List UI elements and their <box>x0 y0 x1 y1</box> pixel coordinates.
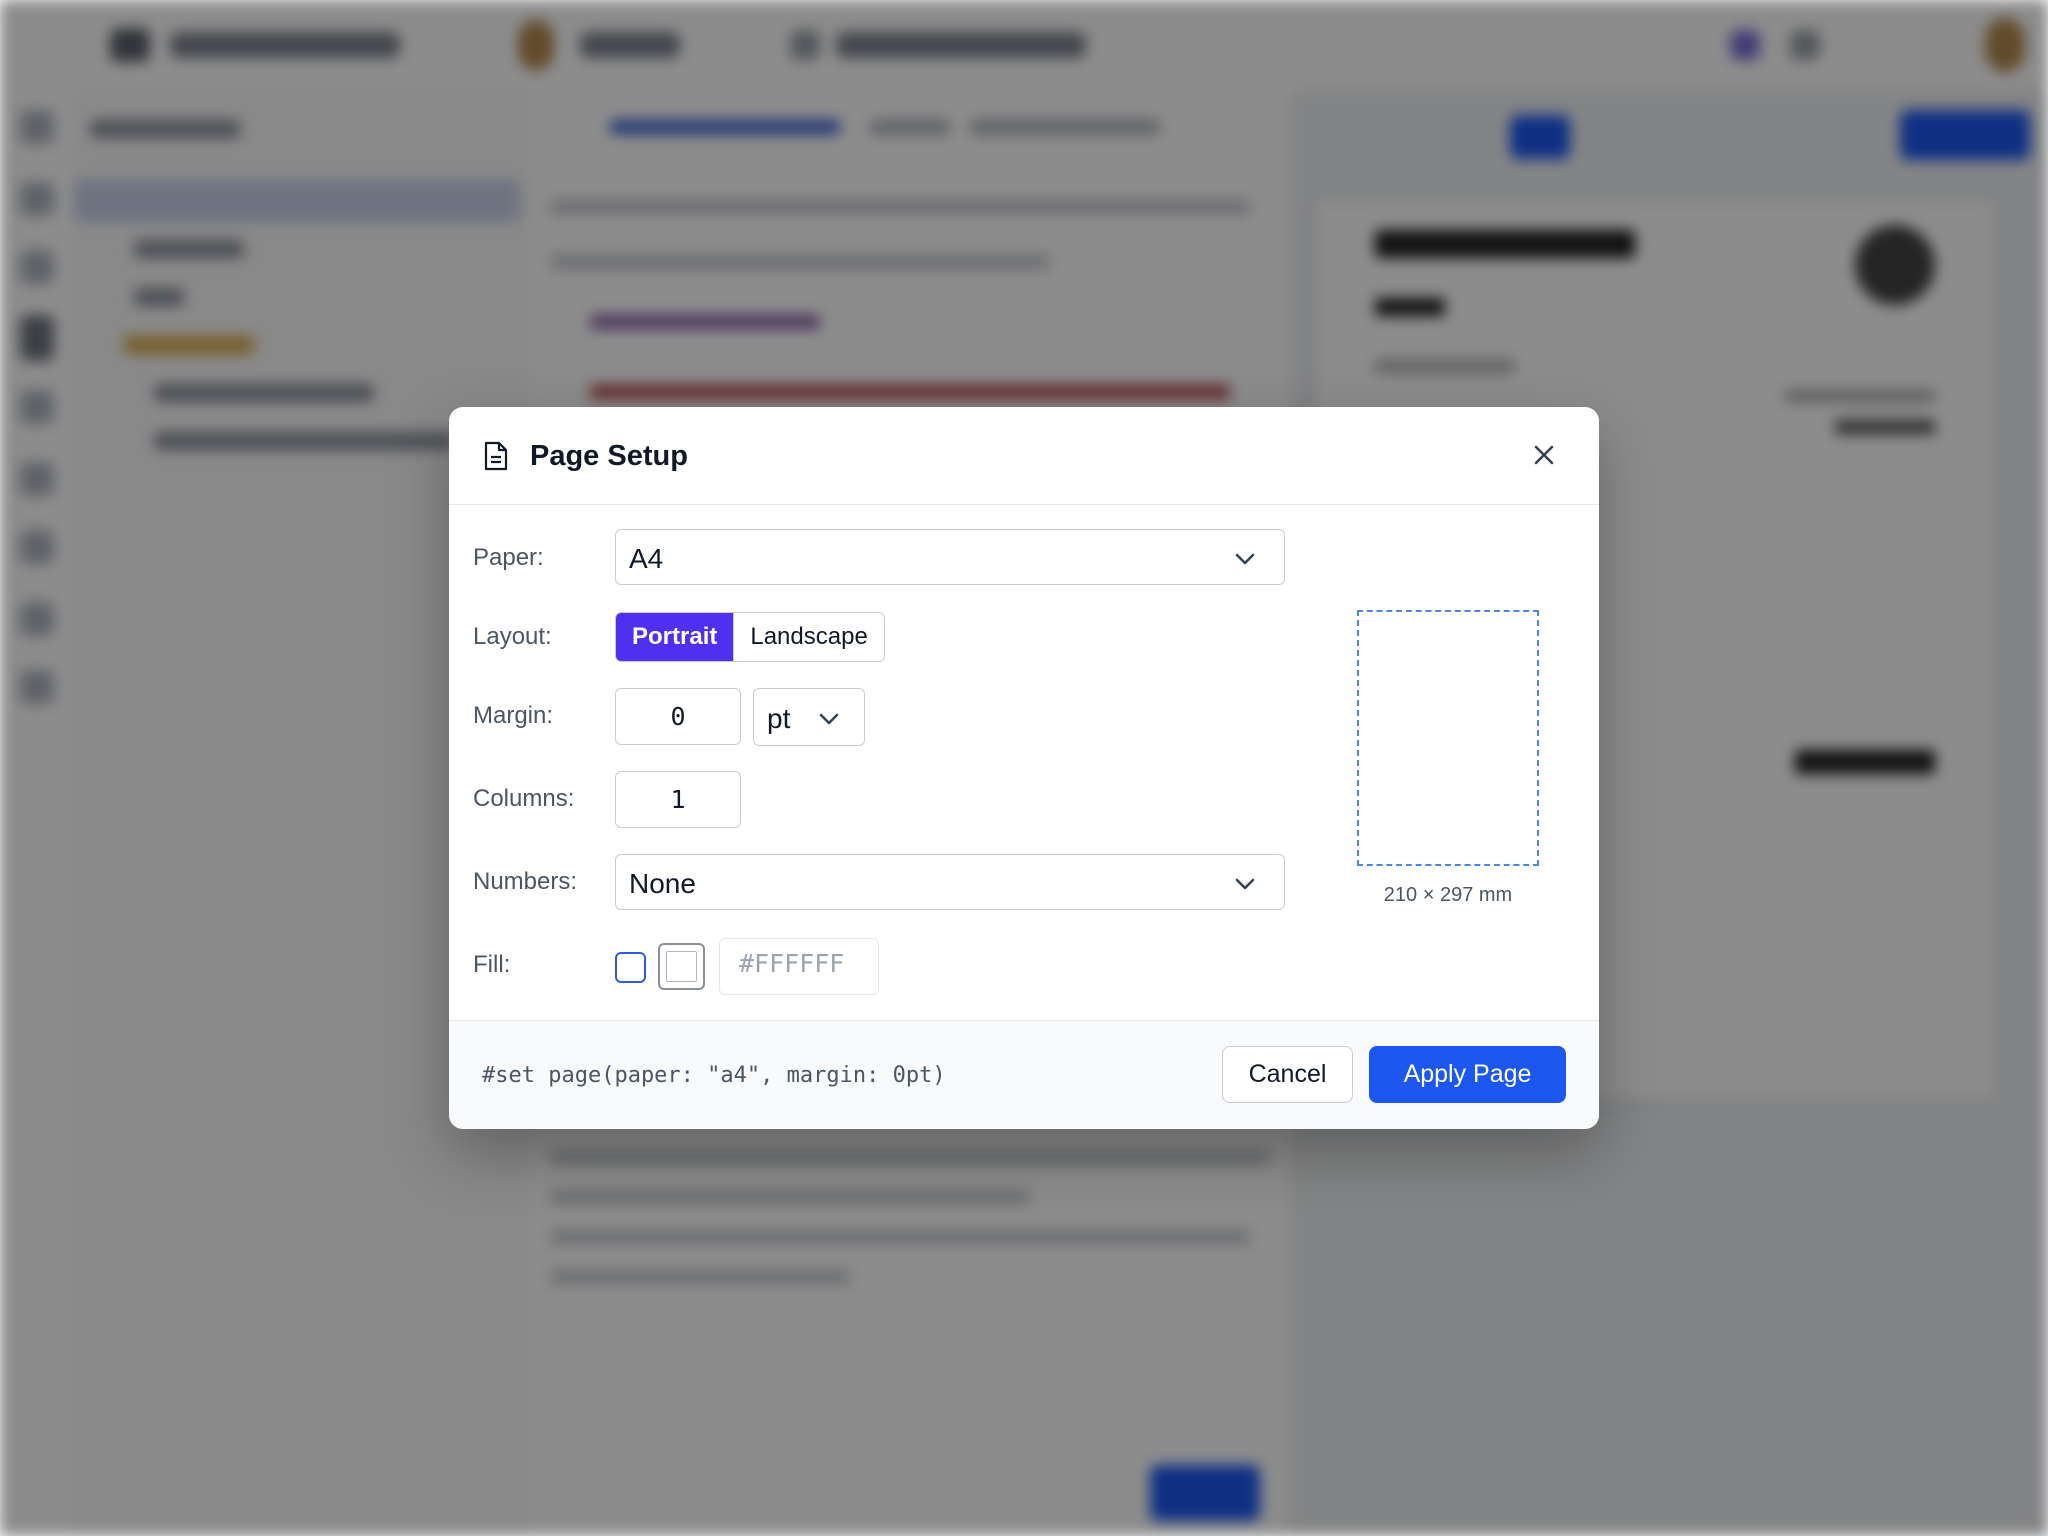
margin-label: Margin: <box>473 702 554 729</box>
fill-checkbox[interactable] <box>615 952 646 983</box>
page-setup-dialog: Page Setup Paper: A4 Layout: Portrait La… <box>449 407 1599 1129</box>
page-dimensions: 210 × 297 mm <box>1383 884 1513 906</box>
numbers-label: Numbers: <box>473 868 578 895</box>
margin-input[interactable]: 0 <box>615 688 741 745</box>
columns-input[interactable]: 1 <box>615 771 741 828</box>
fill-label: Fill: <box>473 951 511 978</box>
margin-unit-value: pt <box>767 703 791 734</box>
numbers-select[interactable]: None <box>615 854 1285 910</box>
fill-color-input[interactable]: #FFFFFF <box>719 938 879 995</box>
chevron-down-icon <box>1235 878 1255 890</box>
close-icon[interactable] <box>1529 440 1559 470</box>
cancel-button[interactable]: Cancel <box>1222 1046 1353 1103</box>
layout-option-landscape[interactable]: Landscape <box>733 613 884 661</box>
layout-label: Layout: <box>473 623 552 650</box>
dialog-header: Page Setup <box>449 407 1599 505</box>
paper-select[interactable]: A4 <box>615 529 1285 585</box>
margin-unit-select[interactable]: pt <box>753 688 865 746</box>
chevron-down-icon <box>1235 553 1255 565</box>
dialog-footer: #set page(paper: "a4", margin: 0pt) Canc… <box>449 1020 1599 1129</box>
apply-page-button[interactable]: Apply Page <box>1369 1046 1566 1103</box>
dialog-title: Page Setup <box>530 440 688 472</box>
paper-select-value: A4 <box>629 543 664 574</box>
chevron-down-icon <box>819 713 839 725</box>
columns-label: Columns: <box>473 785 575 812</box>
layout-option-portrait[interactable]: Portrait <box>616 613 734 661</box>
paper-label: Paper: <box>473 544 544 571</box>
page-preview <box>1357 610 1539 866</box>
document-icon <box>484 441 508 471</box>
typst-code-preview: #set page(paper: "a4", margin: 0pt) <box>482 1063 946 1088</box>
numbers-select-value: None <box>629 868 696 899</box>
layout-toggle: Portrait Landscape <box>615 612 885 662</box>
fill-color-swatch[interactable] <box>658 943 705 990</box>
